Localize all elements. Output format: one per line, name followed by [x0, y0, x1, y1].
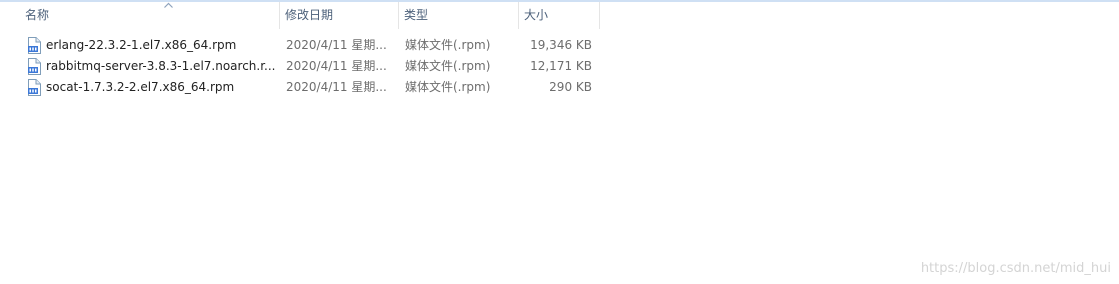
file-size: 12,171 KB [530, 59, 592, 73]
file-name: rabbitmq-server-3.8.3-1.el7.noarch.r... [46, 59, 276, 73]
file-type: 媒体文件(.rpm) [405, 38, 491, 52]
file-type: 媒体文件(.rpm) [405, 59, 491, 73]
file-size: 19,346 KB [530, 38, 592, 52]
file-name: erlang-22.3.2-1.el7.x86_64.rpm [46, 38, 237, 52]
file-list-view: 名称 修改日期 类型 大小 erlang-22.3.2-1.el7.x86_64… [0, 0, 1119, 284]
file-row[interactable]: socat-1.7.3.2-2.el7.x86_64.rpm 2020/4/11… [0, 77, 600, 98]
column-header-modified-label: 修改日期 [285, 8, 334, 22]
column-header-name[interactable]: 名称 [20, 2, 280, 29]
file-modified: 2020/4/11 星期... [286, 38, 387, 52]
sort-up-chevron-icon [164, 2, 173, 8]
watermark-text: https://blog.csdn.net/mid_hui [920, 261, 1111, 276]
rpm-file-icon [26, 37, 42, 54]
file-name: socat-1.7.3.2-2.el7.x86_64.rpm [46, 80, 235, 94]
column-header-row: 名称 修改日期 类型 大小 [0, 2, 1119, 29]
column-header-type[interactable]: 类型 [399, 2, 519, 29]
rpm-file-icon [26, 79, 42, 96]
file-type: 媒体文件(.rpm) [405, 80, 491, 94]
file-modified: 2020/4/11 星期... [286, 59, 387, 73]
column-header-size-label: 大小 [524, 8, 549, 22]
file-row[interactable]: erlang-22.3.2-1.el7.x86_64.rpm 2020/4/11… [0, 35, 600, 56]
column-header-name-label: 名称 [25, 8, 50, 22]
column-header-modified[interactable]: 修改日期 [280, 2, 399, 29]
file-size: 290 KB [549, 80, 592, 94]
rpm-file-icon [26, 58, 42, 75]
column-header-type-label: 类型 [404, 8, 429, 22]
column-header-size[interactable]: 大小 [519, 2, 600, 29]
file-row[interactable]: rabbitmq-server-3.8.3-1.el7.noarch.r... … [0, 56, 600, 77]
file-modified: 2020/4/11 星期... [286, 80, 387, 94]
